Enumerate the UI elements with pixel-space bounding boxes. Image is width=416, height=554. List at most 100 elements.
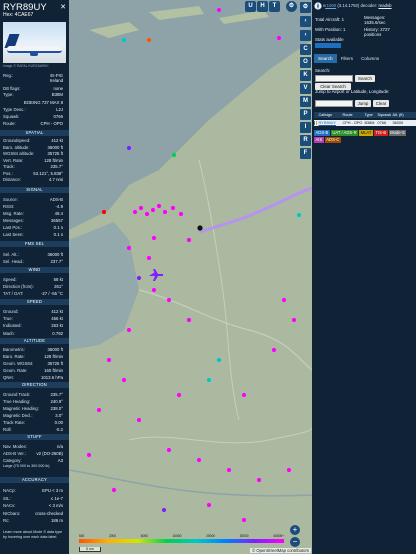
aircraft-marker[interactable] xyxy=(186,237,192,243)
aircraft-marker[interactable] xyxy=(256,477,262,483)
aircraft-marker[interactable] xyxy=(166,297,172,303)
aircraft-marker[interactable] xyxy=(186,317,192,323)
section-signal[interactable]: SIGNAL xyxy=(0,187,69,193)
aircraft-marker[interactable] xyxy=(241,517,247,523)
aircraft-marker[interactable] xyxy=(138,205,144,211)
aircraft-marker[interactable] xyxy=(216,357,222,363)
close-icon[interactable]: ✕ xyxy=(60,3,66,11)
jump-button[interactable]: Jump xyxy=(355,100,371,107)
section-direction[interactable]: DIRECTION xyxy=(0,382,69,388)
section-altitude[interactable]: ALTITUDE xyxy=(0,338,69,344)
version-link[interactable]: r1090 xyxy=(325,3,336,8)
settings-icon[interactable]: ⚙ xyxy=(300,2,311,13)
aircraft-marker[interactable] xyxy=(111,487,117,493)
aircraft-marker[interactable] xyxy=(136,275,142,281)
aircraft-marker[interactable] xyxy=(121,37,127,43)
col-squawk[interactable]: Squawk xyxy=(376,112,392,118)
section-fms[interactable]: FMS SEL xyxy=(0,241,69,247)
map-view[interactable]: U H T ⚙ + − 500 2000 6000 10000 20000 30000 40… xyxy=(69,0,312,554)
aircraft-marker[interactable] xyxy=(271,347,277,353)
section-wind[interactable]: WIND xyxy=(0,267,69,273)
toolbar-button-r[interactable]: R xyxy=(300,135,311,146)
aircraft-marker[interactable] xyxy=(162,209,168,215)
tab-columns[interactable]: Columns xyxy=(357,54,383,63)
map-button-t[interactable]: T xyxy=(269,1,280,12)
source-chip[interactable]: AIS xyxy=(314,137,324,143)
aircraft-photo[interactable] xyxy=(3,22,66,63)
jump-input[interactable] xyxy=(315,100,353,107)
aircraft-marker[interactable] xyxy=(126,327,132,333)
aircraft-marker[interactable] xyxy=(86,452,92,458)
aircraft-marker[interactable] xyxy=(156,203,162,209)
aircraft-marker[interactable] xyxy=(206,377,212,383)
col-type[interactable]: Type xyxy=(363,112,376,118)
aircraft-marker[interactable] xyxy=(121,377,127,383)
map-button-h[interactable]: H xyxy=(257,1,268,12)
stats-available-link[interactable]: Stats available xyxy=(315,37,344,42)
aircraft-marker[interactable] xyxy=(276,35,282,41)
aircraft-marker[interactable] xyxy=(196,457,202,463)
toolbar-button-m[interactable]: M xyxy=(300,96,311,107)
aircraft-marker[interactable] xyxy=(151,235,157,241)
toolbar-button-v[interactable]: V xyxy=(300,83,311,94)
source-chip[interactable]: Mode-S xyxy=(388,130,407,136)
aircraft-marker[interactable] xyxy=(281,297,287,303)
section-spatial[interactable]: SPATIAL xyxy=(0,130,69,136)
aircraft-marker[interactable] xyxy=(178,211,184,217)
table-row[interactable]: RYR89UY CPH - OPO B38M 0766 36000 xyxy=(314,120,416,126)
aircraft-marker[interactable] xyxy=(170,205,176,211)
source-chip[interactable]: ADS-B xyxy=(314,130,330,136)
col-callsign[interactable]: Callsign xyxy=(317,112,341,118)
map-markers-layer[interactable] xyxy=(69,0,312,554)
aircraft-marker[interactable] xyxy=(166,447,172,453)
map-button-u[interactable]: U xyxy=(245,1,256,12)
aircraft-marker[interactable] xyxy=(144,211,150,217)
aircraft-marker[interactable] xyxy=(151,287,157,293)
expand-sidebar-icon[interactable]: › xyxy=(300,30,311,41)
toolbar-button-i[interactable]: I xyxy=(300,122,311,133)
aircraft-marker[interactable] xyxy=(216,7,222,13)
aircraft-marker[interactable] xyxy=(206,502,212,508)
collapse-sidebar-icon[interactable]: ‹ xyxy=(300,16,311,27)
section-stuff[interactable]: STUFF xyxy=(0,434,69,440)
aircraft-marker[interactable] xyxy=(96,407,102,413)
col-route[interactable]: Route xyxy=(341,112,363,118)
source-chip[interactable]: ADS-C xyxy=(324,137,341,143)
aircraft-marker[interactable] xyxy=(136,417,142,423)
aircraft-marker[interactable] xyxy=(132,209,138,215)
aircraft-marker[interactable] xyxy=(106,357,112,363)
clear-button[interactable]: Clear xyxy=(373,100,389,107)
settings-gear-icon[interactable]: ⚙ xyxy=(286,1,297,12)
aircraft-marker[interactable] xyxy=(146,37,152,43)
aircraft-marker[interactable] xyxy=(126,145,132,151)
aircraft-marker[interactable] xyxy=(126,245,132,251)
tab-filters[interactable]: Filters xyxy=(337,54,358,63)
aircraft-marker[interactable] xyxy=(161,507,167,513)
source-chip[interactable]: UAT / ADS-R xyxy=(330,130,359,136)
aircraft-marker[interactable] xyxy=(286,467,292,473)
decoder-link[interactable]: readsb xyxy=(378,3,391,8)
section-speed[interactable]: SPEED xyxy=(0,299,69,305)
col-altitude[interactable]: Alt. (ft) xyxy=(391,112,405,118)
selected-aircraft-icon[interactable] xyxy=(149,269,163,281)
toolbar-button-f[interactable]: F xyxy=(300,148,311,159)
aircraft-marker[interactable] xyxy=(146,255,152,261)
aircraft-marker[interactable] xyxy=(150,207,156,213)
source-chip[interactable]: MLAT xyxy=(359,130,373,136)
aircraft-marker[interactable] xyxy=(291,317,297,323)
aircraft-marker[interactable] xyxy=(226,467,232,473)
search-input[interactable] xyxy=(315,75,353,82)
search-button[interactable]: Search xyxy=(355,75,375,82)
toolbar-button-o[interactable]: O xyxy=(300,57,311,68)
source-chip[interactable]: TIS-B xyxy=(373,130,388,136)
toolbar-button-c[interactable]: C xyxy=(300,44,311,55)
aircraft-marker[interactable] xyxy=(241,392,247,398)
tab-search[interactable]: Search xyxy=(314,54,337,63)
aircraft-marker[interactable] xyxy=(171,152,177,158)
section-accuracy[interactable]: ACCURACY xyxy=(0,477,69,483)
aircraft-marker[interactable] xyxy=(101,209,107,215)
image-credit[interactable]: Image © RAFAL KURZAWSKI xyxy=(3,64,48,68)
toolbar-button-p[interactable]: P xyxy=(300,109,311,120)
aircraft-marker[interactable] xyxy=(176,392,182,398)
toolbar-button-k[interactable]: K xyxy=(300,70,311,81)
